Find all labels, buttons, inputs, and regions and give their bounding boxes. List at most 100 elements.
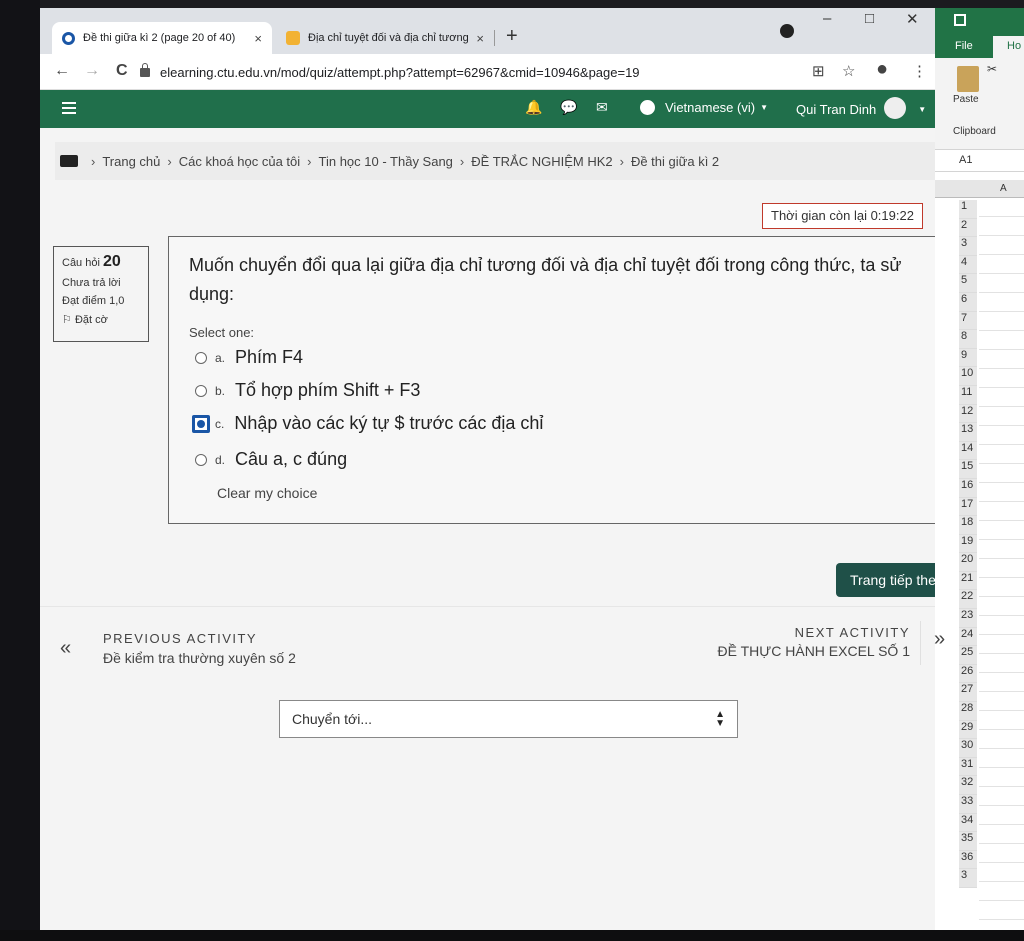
name-box[interactable]: A1 <box>935 150 1024 172</box>
breadcrumb-item-home[interactable]: Trang chủ <box>102 154 160 169</box>
row-header[interactable]: 1 <box>959 200 977 219</box>
paste-button[interactable]: Paste <box>953 94 979 105</box>
radio-button-selected[interactable] <box>192 414 210 433</box>
row-header[interactable]: 24 <box>959 627 977 647</box>
translate-icon[interactable]: ⊞ <box>812 62 825 80</box>
row-header[interactable]: 21 <box>959 571 977 591</box>
option-text: Tổ hợp phím Shift + F3 <box>235 380 421 400</box>
minimize-button[interactable]: – <box>823 10 831 27</box>
tab-file[interactable]: File <box>955 40 973 52</box>
row-header[interactable]: 9 <box>959 348 977 368</box>
row-header[interactable]: 10 <box>959 367 977 386</box>
row-header[interactable]: 22 <box>959 590 977 610</box>
language-label: Vietnamese (vi) <box>665 100 756 115</box>
reload-button[interactable]: C <box>116 62 128 80</box>
address-bar[interactable]: elearning.ctu.edu.vn/mod/quiz/attempt.ph… <box>140 59 800 85</box>
row-header[interactable]: 4 <box>959 255 977 275</box>
breadcrumb-item-section[interactable]: ĐỀ TRẮC NGHIỆM HK2 <box>471 154 612 169</box>
column-a-header[interactable]: A <box>1000 183 1007 194</box>
double-chevron-left-icon[interactable]: « <box>60 637 71 660</box>
column-header: A <box>935 180 1024 198</box>
option-d[interactable]: d. Câu a, c đúng <box>195 449 347 470</box>
moodle-navbar: 🔔 💬 ✉ Vietnamese (vi) ▼ Qui Tran Dinh ▼ <box>40 90 935 128</box>
tab-close-icon[interactable]: × <box>476 31 484 46</box>
row-header[interactable]: 26 <box>959 664 977 684</box>
bell-icon[interactable]: 🔔 <box>525 99 542 116</box>
row-header[interactable]: 2 <box>959 218 977 238</box>
forward-button[interactable]: → <box>84 62 100 80</box>
row-header[interactable]: 36 <box>959 850 977 870</box>
excel-ribbon-tabs: File Ho <box>935 36 1024 58</box>
moodle-favicon-icon <box>62 31 75 45</box>
option-b[interactable]: b. Tổ hợp phím Shift + F3 <box>195 380 420 401</box>
excel-ribbon: Paste ✂ Clipboard <box>935 58 1024 150</box>
row-header[interactable]: 3 <box>959 869 977 888</box>
row-header[interactable]: 18 <box>959 516 977 535</box>
breadcrumb-item-quiz[interactable]: Đề thi giữa kì 2 <box>631 154 719 169</box>
row-header[interactable]: 35 <box>959 832 977 851</box>
option-text: Nhập vào các ký tự $ trước các địa chỉ <box>234 413 544 433</box>
row-header[interactable]: 30 <box>959 739 977 758</box>
row-header[interactable]: 8 <box>959 330 977 349</box>
next-activity-link[interactable]: ĐỀ THỰC HÀNH EXCEL SỐ 1 <box>718 643 910 659</box>
back-button[interactable]: ← <box>54 62 70 80</box>
double-chevron-right-icon[interactable]: » <box>934 628 945 651</box>
maximize-button[interactable]: □ <box>865 10 874 27</box>
row-header[interactable]: 6 <box>959 292 977 312</box>
row-header[interactable]: 7 <box>959 311 977 331</box>
tab-close-icon[interactable]: × <box>254 31 262 46</box>
breadcrumb-item-course[interactable]: Tin học 10 - Thầy Sang <box>319 154 453 169</box>
row-header[interactable]: 19 <box>959 534 977 554</box>
activity-navigation: « PREVIOUS ACTIVITY Đề kiểm tra thường x… <box>40 606 935 682</box>
tab-quiz[interactable]: Đề thi giữa kì 2 (page 20 of 40) × <box>52 22 272 54</box>
row-header[interactable]: 17 <box>959 497 977 517</box>
radio-button[interactable] <box>195 384 207 397</box>
user-menu[interactable]: Qui Tran Dinh ▼ <box>796 97 926 119</box>
row-header[interactable]: 28 <box>959 702 977 721</box>
row-header[interactable]: 25 <box>959 646 977 665</box>
radio-button[interactable] <box>195 453 207 466</box>
breadcrumb-item-my-courses[interactable]: Các khoá học của tôi <box>179 154 300 169</box>
row-header[interactable]: 14 <box>959 441 977 461</box>
row-header[interactable]: 12 <box>959 404 977 424</box>
save-icon[interactable] <box>954 14 966 26</box>
row-header[interactable]: 3 <box>959 237 977 256</box>
hamburger-menu-icon[interactable] <box>62 102 76 117</box>
menu-icon[interactable]: ⋮ <box>912 62 927 80</box>
row-header[interactable]: 5 <box>959 274 977 293</box>
flag-question[interactable]: ⚐ Đặt cờ <box>62 313 140 326</box>
row-header[interactable]: 23 <box>959 609 977 628</box>
row-header[interactable]: 16 <box>959 478 977 498</box>
tab-home[interactable]: Ho <box>993 36 1024 58</box>
option-a[interactable]: a. Phím F4 <box>195 347 303 368</box>
mail-icon[interactable]: ✉ <box>596 99 608 116</box>
row-header[interactable]: 11 <box>959 385 977 405</box>
chat-icon[interactable]: 💬 <box>560 99 577 116</box>
new-tab-button[interactable]: + <box>506 25 518 48</box>
previous-activity-link[interactable]: Đề kiểm tra thường xuyên số 2 <box>103 650 296 666</box>
cut-icon[interactable]: ✂ <box>987 62 997 76</box>
row-header[interactable]: 13 <box>959 423 977 442</box>
option-c[interactable]: c. Nhập vào các ký tự $ trước các địa ch… <box>192 413 544 434</box>
next-page-button[interactable]: Trang tiếp theo <box>836 563 935 597</box>
radio-button[interactable] <box>195 351 207 364</box>
media-control-icon[interactable] <box>780 24 794 38</box>
jump-to-select[interactable]: Chuyển tới... ▲ ▼ <box>279 700 738 738</box>
paste-icon[interactable] <box>957 66 979 92</box>
close-window-button[interactable]: ✕ <box>906 10 919 28</box>
row-header[interactable]: 31 <box>959 757 977 777</box>
account-icon[interactable]: ● <box>876 58 888 81</box>
tab-bar: Đề thi giữa kì 2 (page 20 of 40) × Địa c… <box>40 8 935 54</box>
row-header[interactable]: 15 <box>959 460 977 479</box>
lock-icon <box>140 62 150 77</box>
row-header[interactable]: 33 <box>959 795 977 814</box>
star-icon[interactable]: ☆ <box>842 62 855 80</box>
row-header[interactable]: 27 <box>959 683 977 703</box>
row-header[interactable]: 34 <box>959 813 977 833</box>
row-header[interactable]: 20 <box>959 553 977 572</box>
row-header[interactable]: 32 <box>959 776 977 795</box>
language-menu[interactable]: Vietnamese (vi) ▼ <box>640 100 768 115</box>
tab-article[interactable]: Địa chỉ tuyệt đối và địa chỉ tương × <box>276 22 494 54</box>
row-header[interactable]: 29 <box>959 720 977 740</box>
clear-choice-link[interactable]: Clear my choice <box>217 485 317 501</box>
